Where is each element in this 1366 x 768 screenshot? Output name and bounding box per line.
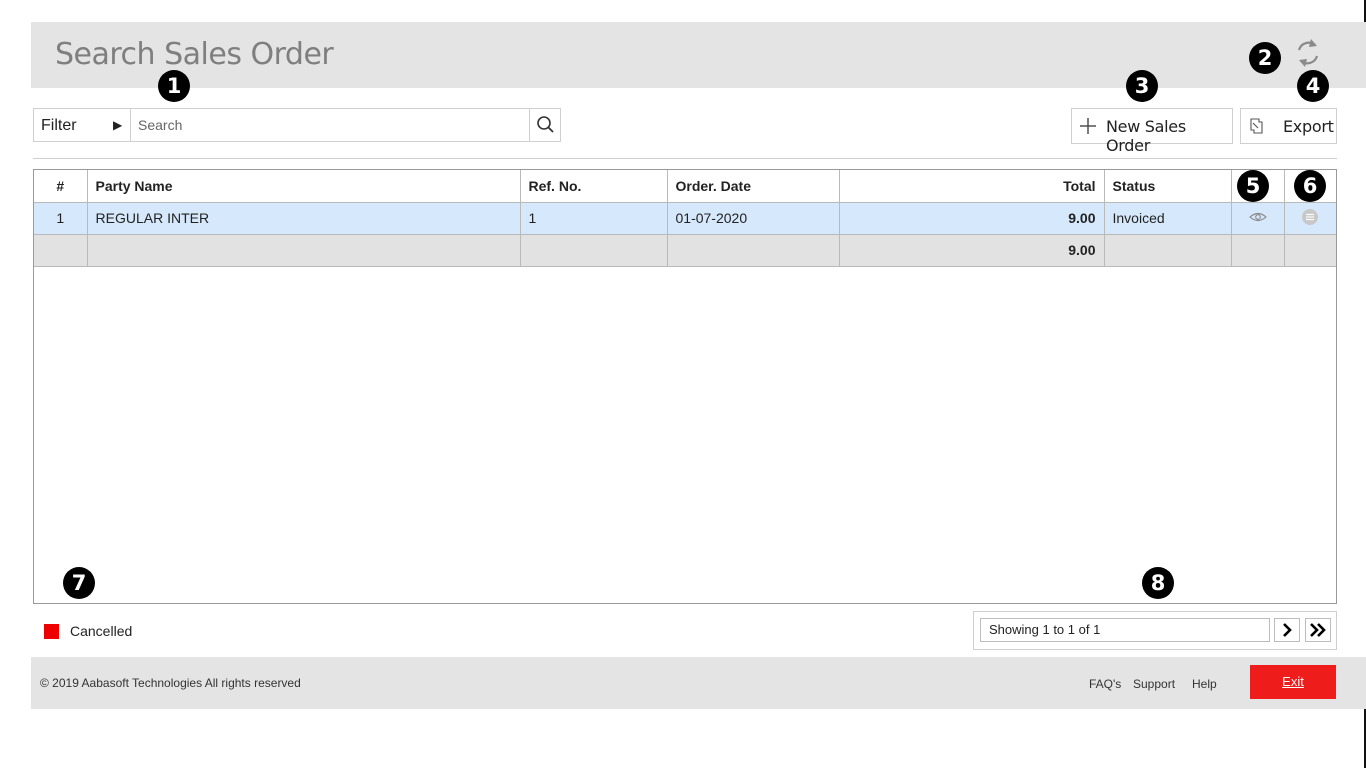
play-arrow-icon: ▶ <box>113 118 123 132</box>
page-header: Search Sales Order <box>31 22 1366 88</box>
pagination: Showing 1 to 1 of 1 <box>973 611 1337 650</box>
totals-cell <box>1230 233 1285 267</box>
cell-status: Invoiced <box>1103 201 1232 235</box>
cell-total: 9.00 <box>838 201 1105 235</box>
cell-order-date: 01-07-2020 <box>666 201 840 235</box>
table-header-row: # Party Name Ref. No. Order. Date Total … <box>34 170 1336 203</box>
cell-party-name: REGULAR INTER <box>86 201 521 235</box>
callout-badge-8: 8 <box>1142 567 1174 599</box>
sales-order-search-window: Search Sales Order 1 2 3 4 5 6 7 8 Filte… <box>31 22 1366 709</box>
page-title: Search Sales Order <box>55 37 334 72</box>
search-input[interactable] <box>132 109 528 141</box>
new-sales-order-button[interactable]: New Sales Order <box>1071 108 1233 155</box>
exit-button[interactable]: Exit <box>1250 665 1336 699</box>
faq-link[interactable]: FAQ's <box>1089 677 1121 691</box>
column-header-number[interactable]: # <box>34 170 88 203</box>
totals-total: 9.00 <box>838 233 1105 267</box>
column-header-party-name[interactable]: Party Name <box>86 170 521 203</box>
cell-ref-no: 1 <box>519 201 668 235</box>
exit-label: Exit <box>1282 674 1304 689</box>
plus-icon <box>1077 113 1099 144</box>
help-link[interactable]: Help <box>1192 677 1217 691</box>
search-icon[interactable] <box>529 109 561 141</box>
export-label: Export <box>1283 117 1334 136</box>
totals-cell <box>666 233 840 267</box>
sales-order-grid: # Party Name Ref. No. Order. Date Total … <box>33 169 1337 604</box>
filter-label: Filter <box>41 117 77 134</box>
totals-cell <box>34 233 88 267</box>
table-row[interactable]: 1 REGULAR INTER 1 01-07-2020 9.00 Invoic… <box>34 201 1336 235</box>
callout-badge-4: 4 <box>1297 70 1329 102</box>
support-link[interactable]: Support <box>1133 677 1175 691</box>
refresh-icon[interactable] <box>1293 36 1323 70</box>
cell-number: 1 <box>34 201 88 235</box>
cancelled-legend-label: Cancelled <box>70 623 133 639</box>
chevron-right-icon[interactable] <box>1274 618 1300 642</box>
filter-button[interactable]: Filter ▶ <box>34 109 131 141</box>
totals-row: 9.00 <box>34 233 1336 267</box>
callout-badge-2: 2 <box>1249 42 1281 74</box>
callout-badge-1: 1 <box>158 70 190 102</box>
totals-cell <box>519 233 668 267</box>
callout-badge-5: 5 <box>1237 170 1269 202</box>
export-icon <box>1247 116 1267 141</box>
column-header-total[interactable]: Total <box>838 170 1105 203</box>
eye-icon[interactable] <box>1230 201 1285 235</box>
menu-icon[interactable] <box>1283 201 1336 235</box>
callout-badge-3: 3 <box>1126 70 1158 102</box>
copyright-text: © 2019 Aabasoft Technologies All rights … <box>40 676 301 690</box>
cancelled-legend-swatch <box>44 624 59 639</box>
column-header-status[interactable]: Status <box>1103 170 1232 203</box>
toolbar-divider <box>33 158 1337 159</box>
footer: © 2019 Aabasoft Technologies All rights … <box>31 657 1366 709</box>
totals-cell <box>1103 233 1232 267</box>
export-button[interactable]: Export <box>1240 108 1337 144</box>
callout-badge-6: 6 <box>1294 170 1326 202</box>
column-header-order-date[interactable]: Order. Date <box>666 170 840 203</box>
double-chevron-right-icon[interactable] <box>1305 618 1331 642</box>
column-header-ref-no[interactable]: Ref. No. <box>519 170 668 203</box>
new-sales-order-label: New Sales Order <box>1106 117 1186 155</box>
callout-badge-7: 7 <box>63 567 95 599</box>
totals-cell <box>1283 233 1336 267</box>
filter-search-bar: Filter ▶ <box>33 108 561 142</box>
pagination-status: Showing 1 to 1 of 1 <box>980 618 1270 642</box>
totals-cell <box>86 233 521 267</box>
